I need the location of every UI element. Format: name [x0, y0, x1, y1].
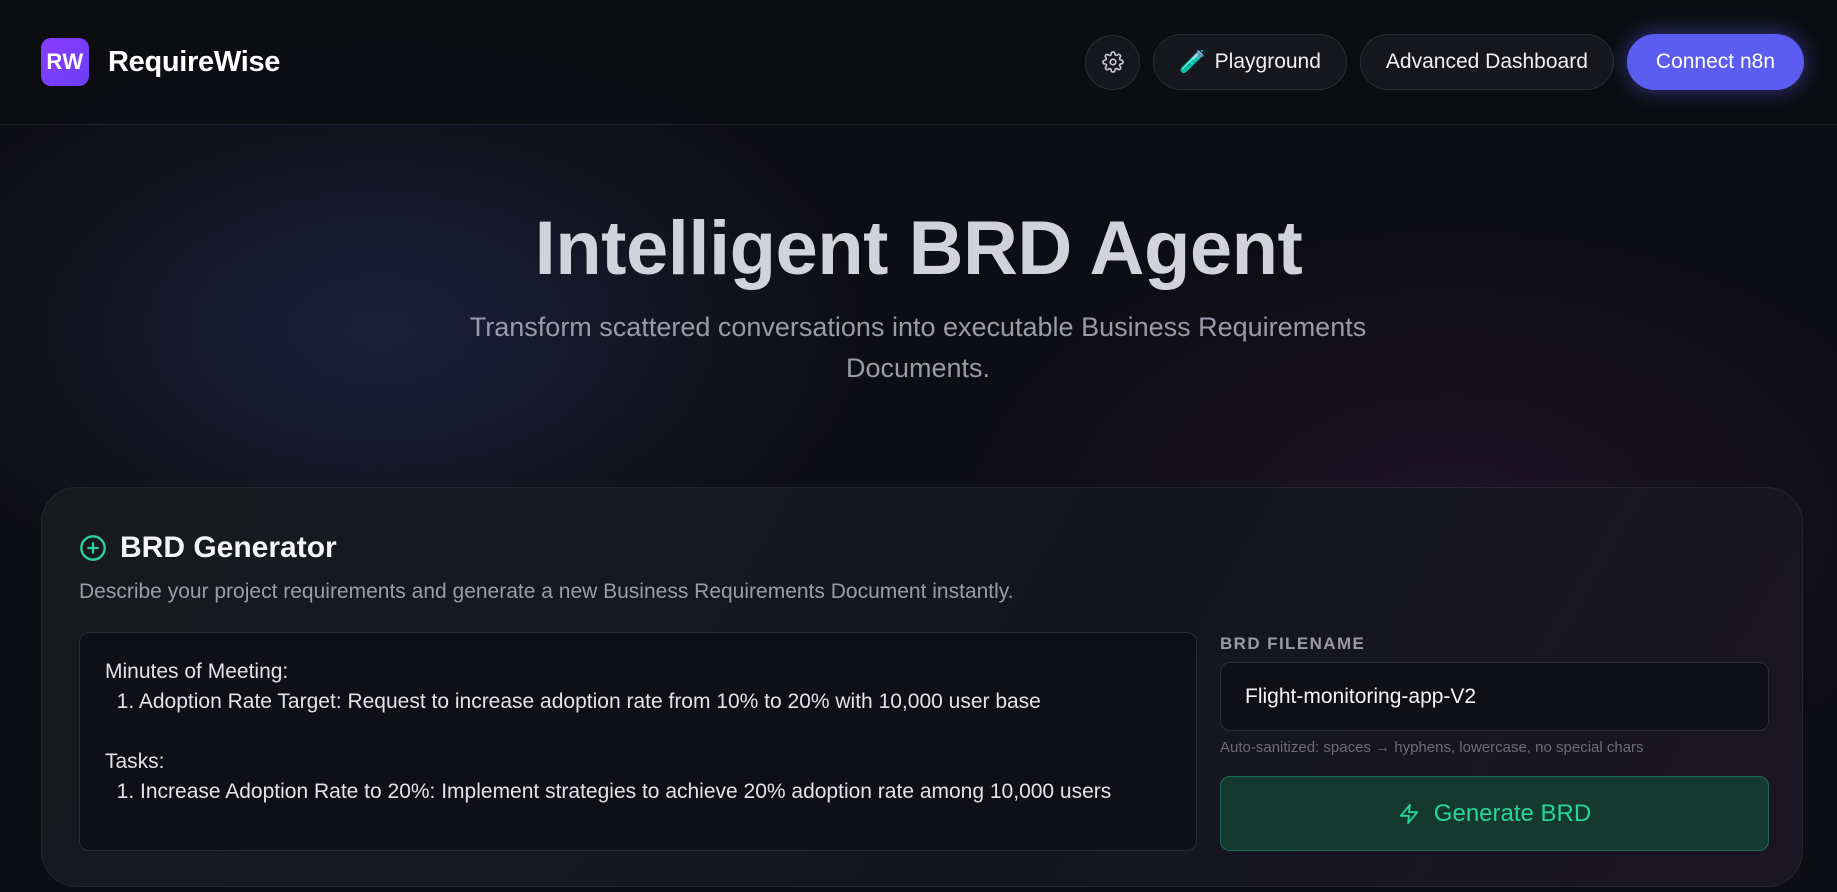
requirements-textarea[interactable]: Minutes of Meeting: 1. Adoption Rate Tar…	[79, 632, 1197, 851]
header-actions: 🧪 Playground Advanced Dashboard Connect …	[1085, 34, 1804, 90]
filename-input[interactable]: Flight-monitoring-app-V2	[1220, 662, 1769, 731]
filename-value: Flight-monitoring-app-V2	[1245, 684, 1477, 708]
page: RW RequireWise 🧪 Playground Advanced Das…	[0, 0, 1837, 892]
card-title: BRD Generator	[120, 531, 337, 564]
connect-n8n-label: Connect n8n	[1655, 50, 1775, 73]
brand[interactable]: RW RequireWise	[41, 38, 280, 86]
card-description: Describe your project requirements and g…	[79, 580, 1014, 603]
brd-generator-card: BRD Generator Describe your project requ…	[41, 487, 1803, 887]
advanced-dashboard-button[interactable]: Advanced Dashboard	[1359, 34, 1614, 90]
gear-icon	[1101, 51, 1124, 73]
playground-button[interactable]: 🧪 Playground	[1153, 34, 1347, 90]
card-header: BRD Generator	[79, 531, 337, 565]
connect-n8n-button[interactable]: Connect n8n	[1626, 34, 1804, 90]
hero-subtitle: Transform scattered conversations into e…	[469, 312, 1367, 383]
filename-hint: Auto-sanitized: spaces → hyphens, lowerc…	[1220, 739, 1644, 756]
test-tube-icon: 🧪	[1179, 49, 1207, 74]
generate-brd-button[interactable]: Generate BRD	[1220, 776, 1769, 851]
filename-label: BRD FILENAME	[1220, 634, 1366, 653]
generate-brd-label: Generate BRD	[1433, 799, 1592, 827]
brand-logo: RW	[41, 38, 89, 86]
advanced-dashboard-label: Advanced Dashboard	[1385, 50, 1588, 73]
playground-label: Playground	[1214, 50, 1321, 73]
settings-button[interactable]	[1085, 34, 1141, 90]
top-navigation-bar: RW RequireWise 🧪 Playground Advanced Das…	[0, 0, 1837, 125]
lightning-icon	[1399, 803, 1418, 824]
plus-circle-icon	[80, 535, 106, 561]
hero-title: Intelligent BRD Agent	[534, 206, 1303, 291]
brand-name: RequireWise	[108, 45, 281, 78]
